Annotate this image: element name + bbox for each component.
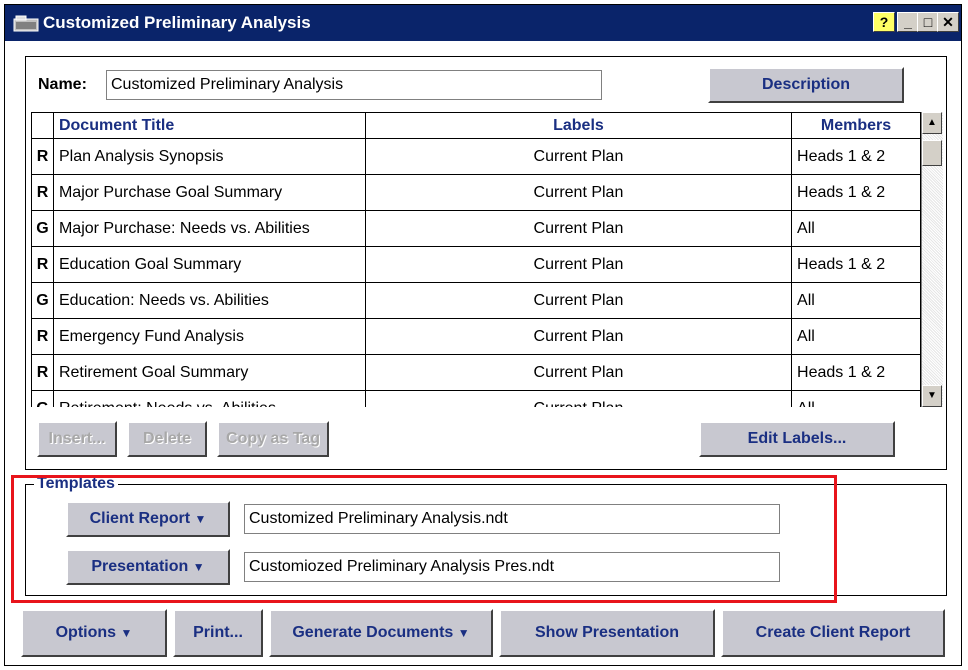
labels-cell[interactable]: Current Plan xyxy=(364,246,793,283)
copy-as-tag-button[interactable]: Copy as Tag xyxy=(217,421,329,457)
table-row[interactable]: R Major Purchase Goal Summary Current Plan… xyxy=(31,174,921,211)
presentation-template-field[interactable]: Customiozed Preliminary Analysis Pres.nd… xyxy=(244,552,780,582)
row-type-indicator[interactable]: R xyxy=(31,318,54,355)
document-title-cell[interactable]: Major Purchase: Needs vs. Abilities xyxy=(52,210,366,247)
scroll-thumb[interactable] xyxy=(922,140,942,166)
document-title-cell[interactable]: Retirement Goal Summary xyxy=(52,354,366,391)
table-row[interactable]: R Retirement Goal Summary Current Plan Head… xyxy=(31,354,921,391)
row-type-indicator[interactable]: R xyxy=(31,174,54,211)
create-client-report-button[interactable]: Create Client Report xyxy=(721,609,945,657)
members-cell[interactable]: All xyxy=(791,210,921,247)
document-title-cell[interactable]: Plan Analysis Synopsis xyxy=(52,138,366,175)
column-header-document-title[interactable]: Document Title xyxy=(52,112,366,139)
minimize-icon[interactable]: _ xyxy=(897,12,919,32)
row-type-indicator[interactable]: R xyxy=(31,354,54,391)
document-title-cell[interactable]: Emergency Fund Analysis xyxy=(52,318,366,355)
labels-cell[interactable]: Current Plan xyxy=(364,174,793,211)
table-row[interactable]: G Education: Needs vs. Abilities Current P… xyxy=(31,282,921,319)
delete-button[interactable]: Delete xyxy=(127,421,207,457)
generate-documents-label: Generate Documents xyxy=(292,624,454,641)
row-type-indicator[interactable]: G xyxy=(31,282,54,319)
title-bar[interactable]: Customized Preliminary Analysis ? _ □ ✕ xyxy=(5,5,961,41)
document-title-cell[interactable]: Education Goal Summary xyxy=(52,246,366,283)
labels-cell[interactable]: Current Plan xyxy=(364,318,793,355)
dialog-window: Customized Preliminary Analysis ? _ □ ✕ … xyxy=(4,4,962,666)
members-cell[interactable]: Heads 1 & 2 xyxy=(791,174,921,211)
table-row[interactable]: R Emergency Fund Analysis Current Plan All xyxy=(31,318,921,355)
column-header-labels[interactable]: Labels xyxy=(364,112,793,139)
templates-legend: Templates xyxy=(34,475,118,493)
chevron-down-icon: ▼ xyxy=(192,560,205,574)
client-report-label: Client Report xyxy=(89,510,191,527)
help-icon[interactable]: ? xyxy=(873,12,895,32)
name-input[interactable]: Customized Preliminary Analysis xyxy=(106,70,602,100)
print-button[interactable]: Print... xyxy=(173,609,263,657)
chevron-down-icon: ▼ xyxy=(194,512,207,526)
labels-cell[interactable]: Current Plan xyxy=(364,390,793,407)
members-cell[interactable]: Heads 1 & 2 xyxy=(791,246,921,283)
document-title-cell[interactable]: Major Purchase Goal Summary xyxy=(52,174,366,211)
generate-documents-dropdown[interactable]: Generate Documents ▼ xyxy=(269,609,493,657)
name-label: Name: xyxy=(38,76,87,93)
table-row[interactable]: R Plan Analysis Synopsis Current Plan Heads… xyxy=(31,138,921,175)
scroll-down-icon[interactable]: ▼ xyxy=(922,385,942,407)
table-scrollbar[interactable]: ▲ ▼ xyxy=(921,112,943,407)
presentation-label: Presentation xyxy=(91,558,189,575)
row-type-indicator[interactable]: R xyxy=(31,138,54,175)
table-row[interactable]: GRetirement: Needs vs. AbilitiesCurrent … xyxy=(31,390,921,407)
row-type-indicator[interactable]: G xyxy=(31,390,54,407)
type-column-header xyxy=(31,112,54,139)
table-row[interactable]: G Major Purchase: Needs vs. Abilities Curr… xyxy=(31,210,921,247)
client-report-template-field[interactable]: Customized Preliminary Analysis.ndt xyxy=(244,504,780,534)
documents-table: Document Title Labels Members R Plan Anal… xyxy=(31,112,921,407)
maximize-icon[interactable]: □ xyxy=(917,12,939,32)
table-row[interactable]: R Education Goal Summary Current Plan Heads… xyxy=(31,246,921,283)
edit-labels-button[interactable]: Edit Labels... xyxy=(699,421,895,457)
documents-table-viewport: Document Title Labels Members R Plan Anal… xyxy=(31,112,921,407)
insert-button[interactable]: Insert... xyxy=(37,421,117,457)
chevron-down-icon: ▼ xyxy=(457,626,470,640)
options-label: Options xyxy=(55,624,117,641)
members-cell[interactable]: Heads 1 & 2 xyxy=(791,138,921,175)
close-icon[interactable]: ✕ xyxy=(937,12,959,32)
labels-cell[interactable]: Current Plan xyxy=(364,282,793,319)
show-presentation-button[interactable]: Show Presentation xyxy=(499,609,715,657)
templates-group: Templates Client Report ▼ Customized Pre… xyxy=(25,475,947,596)
row-type-indicator[interactable]: G xyxy=(31,210,54,247)
documents-panel: Name: Customized Preliminary Analysis De… xyxy=(25,56,947,470)
presentation-dropdown[interactable]: Presentation ▼ xyxy=(66,549,230,585)
scroll-up-icon[interactable]: ▲ xyxy=(922,112,942,134)
members-cell[interactable]: All xyxy=(791,390,921,407)
document-title-cell[interactable]: Retirement: Needs vs. Abilities xyxy=(52,390,366,407)
members-cell[interactable]: All xyxy=(791,282,921,319)
options-dropdown[interactable]: Options ▼ xyxy=(21,609,167,657)
row-type-indicator[interactable]: R xyxy=(31,246,54,283)
app-folder-icon xyxy=(13,15,39,32)
table-header-row: Document Title Labels Members xyxy=(31,112,921,139)
document-title-cell[interactable]: Education: Needs vs. Abilities xyxy=(52,282,366,319)
labels-cell[interactable]: Current Plan xyxy=(364,354,793,391)
labels-cell[interactable]: Current Plan xyxy=(364,210,793,247)
column-header-members[interactable]: Members xyxy=(791,112,921,139)
members-cell[interactable]: All xyxy=(791,318,921,355)
members-cell[interactable]: Heads 1 & 2 xyxy=(791,354,921,391)
description-button[interactable]: Description xyxy=(708,67,904,103)
chevron-down-icon: ▼ xyxy=(120,626,133,640)
labels-cell[interactable]: Current Plan xyxy=(364,138,793,175)
window-title: Customized Preliminary Analysis xyxy=(43,13,311,32)
client-report-dropdown[interactable]: Client Report ▼ xyxy=(66,501,230,537)
